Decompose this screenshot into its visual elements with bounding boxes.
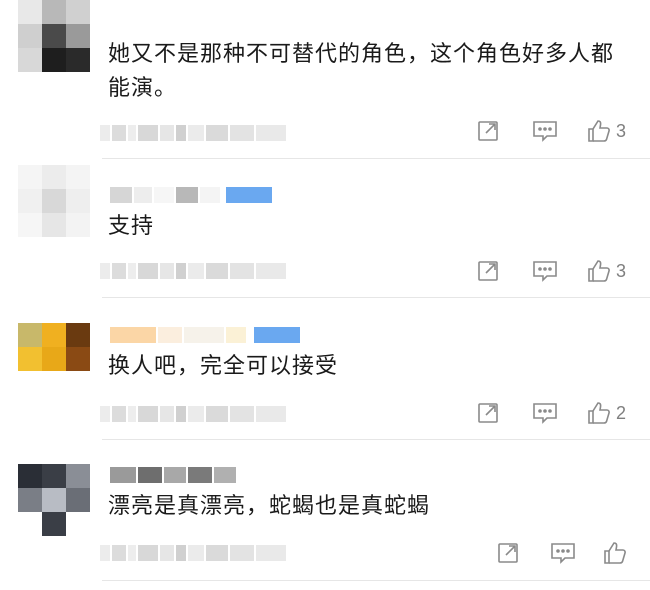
share-icon[interactable] xyxy=(476,119,500,143)
comment-icon[interactable] xyxy=(532,119,558,143)
comment-text: 支持 xyxy=(108,214,155,239)
thumbs-up-icon xyxy=(604,542,626,564)
thumbs-up-icon xyxy=(588,402,610,424)
comment-icon[interactable] xyxy=(550,541,576,565)
share-icon[interactable] xyxy=(476,401,500,425)
thumbs-up-icon xyxy=(588,260,610,282)
divider xyxy=(102,297,650,298)
username-blurred xyxy=(110,466,238,484)
username-blurred xyxy=(110,326,302,344)
comment-icon[interactable] xyxy=(532,401,558,425)
comment-actions: 3 xyxy=(476,118,626,144)
username-blurred xyxy=(110,186,274,204)
divider xyxy=(102,158,650,159)
like-button[interactable]: 3 xyxy=(586,118,626,144)
share-icon[interactable] xyxy=(476,259,500,283)
like-count: 2 xyxy=(616,402,627,423)
divider xyxy=(102,439,650,440)
comment-meta-blurred xyxy=(100,544,288,562)
like-button[interactable]: 2 xyxy=(586,400,626,426)
comment-text: 漂亮是真漂亮，蛇蝎也是真蛇蝎 xyxy=(108,494,431,519)
comment-icon[interactable] xyxy=(532,259,558,283)
like-count: 3 xyxy=(616,260,627,281)
share-icon[interactable] xyxy=(496,541,520,565)
comment-text: 换人吧，完全可以接受 xyxy=(108,354,339,379)
avatar[interactable] xyxy=(18,323,90,371)
like-button[interactable] xyxy=(602,540,632,566)
comment-meta-blurred xyxy=(100,262,288,280)
comment-meta-blurred xyxy=(100,124,288,142)
comment-actions: 2 xyxy=(476,400,626,426)
like-button[interactable]: 3 xyxy=(586,258,626,284)
avatar[interactable] xyxy=(18,0,90,72)
divider xyxy=(102,580,650,581)
comment-meta-blurred xyxy=(100,405,288,423)
like-count: 3 xyxy=(616,120,627,141)
avatar[interactable] xyxy=(18,464,90,536)
comment-actions: 3 xyxy=(476,258,626,284)
comment-actions xyxy=(496,540,632,566)
thumbs-up-icon xyxy=(588,120,610,142)
avatar[interactable] xyxy=(18,165,90,237)
comment-text: 她又不是那种不可替代的角色，这个角色好多人都能演。 xyxy=(108,42,615,101)
